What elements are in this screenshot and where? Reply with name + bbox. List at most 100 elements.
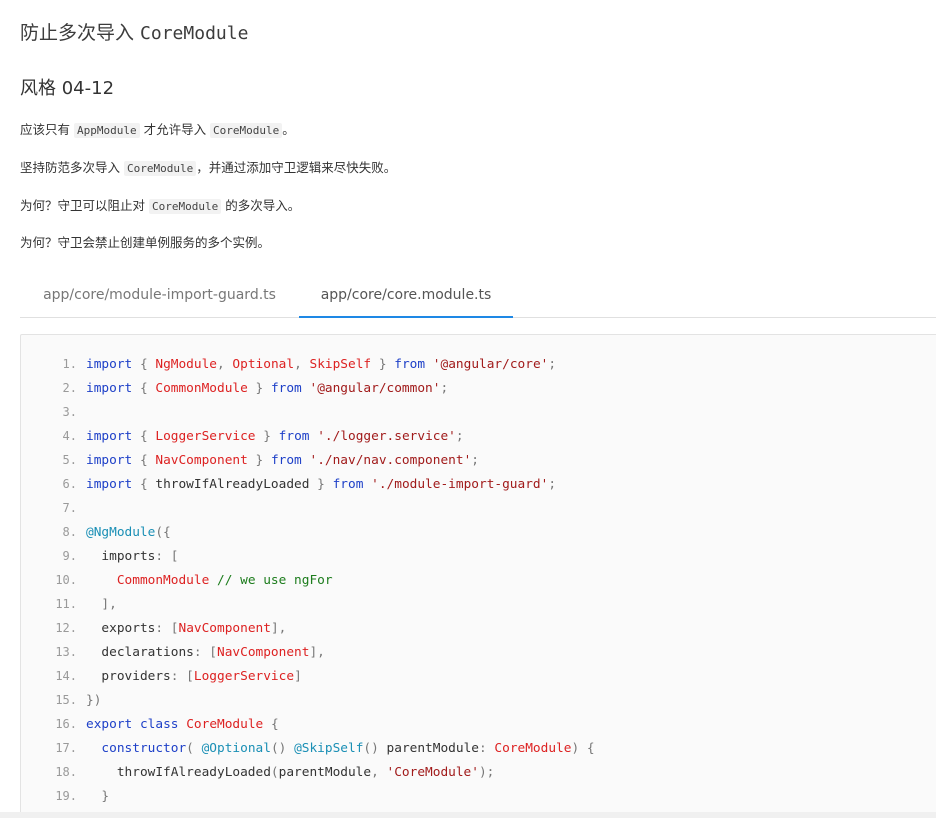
line-number: 8. (62, 525, 77, 539)
code-line: 8. @NgModule({ (21, 520, 171, 544)
code-token: SkipSelf (309, 357, 372, 372)
code-token: @SkipSelf (294, 741, 364, 756)
code-token: import (86, 357, 133, 372)
code-token: , (294, 357, 310, 372)
line-number: 18. (55, 765, 77, 779)
code-line: 12. exports: [NavComponent], (21, 616, 286, 640)
paragraph-2: 坚持防范多次导入 CoreModule ，并通过添加守卫逻辑来尽快失败。 (20, 158, 396, 179)
code-line: 17. constructor( @Optional() @SkipSelf()… (21, 736, 594, 761)
code-token: import (86, 381, 133, 396)
code-token: ], (270, 621, 287, 636)
code-token: '@angular/common' (309, 381, 441, 396)
code-token: , (217, 357, 233, 372)
code-line: 9. imports: [ (21, 544, 179, 568)
code-token: constructor (101, 741, 187, 756)
line-number: 7. (62, 501, 77, 515)
line-number: 6. (62, 477, 77, 491)
code-token: CoreModule (186, 717, 264, 732)
paragraph-text: 才允许导入 (139, 122, 211, 137)
file-tabs: app/core/module-import-guard.ts app/core… (20, 276, 936, 318)
line-number: 15. (55, 693, 77, 707)
code-token: ] (294, 669, 302, 684)
code-line: 5. import { NavComponent } from './nav/na… (21, 448, 479, 472)
code-line: 7. (21, 496, 86, 520)
code-token: { (132, 357, 156, 372)
code-text: import { CommonModule } from '@angular/c… (77, 377, 448, 401)
section-title-code: CoreModule (140, 23, 249, 44)
code-token: declarations (101, 645, 194, 660)
paragraph-text: 坚持防范多次导入 (20, 160, 124, 175)
code-line: 18. throwIfAlreadyLoaded(parentModule, '… (21, 760, 494, 784)
code-token: NavComponent (178, 621, 271, 636)
inline-code: CoreModule (210, 123, 283, 138)
paragraph-text: 应该只有 (20, 122, 74, 137)
tab-module-import-guard[interactable]: app/core/module-import-guard.ts (20, 276, 299, 318)
horizontal-scrollbar[interactable] (0, 812, 936, 818)
code-token: { (132, 453, 156, 468)
code-text: constructor( @Optional() @SkipSelf() par… (77, 737, 594, 761)
line-number: 9. (62, 549, 77, 563)
code-token: './nav/nav.component' (309, 453, 472, 468)
code-token: from (278, 429, 310, 444)
paragraph-1: 应该只有 AppModule 才允许导入 CoreModule。 (20, 120, 295, 141)
code-text: throwIfAlreadyLoaded(parentModule, 'Core… (77, 761, 495, 785)
code-token: parentModule (386, 741, 479, 756)
code-token: from (270, 453, 302, 468)
code-token: Optional (232, 357, 295, 372)
code-text: import { NgModule, Optional, SkipSelf } … (77, 353, 556, 377)
code-text: declarations: [NavComponent], (77, 641, 324, 665)
code-token: } (371, 357, 395, 372)
line-number: 12. (55, 621, 77, 635)
code-token: , (371, 765, 387, 780)
code-text: exports: [NavComponent], (77, 617, 286, 641)
code-token: '@angular/core' (432, 357, 549, 372)
code-block: 1. import { NgModule, Optional, SkipSelf … (20, 334, 936, 818)
code-token: parentModule (278, 765, 372, 780)
code-text: providers: [LoggerService] (77, 665, 302, 689)
line-number: 5. (62, 453, 77, 467)
code-token: NavComponent (217, 645, 310, 660)
code-line: 19. } (21, 784, 109, 808)
code-token: CoreModule (494, 741, 572, 756)
code-token: } (247, 453, 271, 468)
code-text: @NgModule({ (77, 521, 171, 545)
line-number: 13. (55, 645, 77, 659)
paragraph-3: 为何？守卫可以阻止对 CoreModule 的多次导入。 (20, 196, 300, 217)
code-token: : [ (155, 549, 179, 564)
paragraph-text: 的多次导入。 (221, 198, 301, 213)
line-number: 19. (55, 789, 77, 803)
code-token: ; (471, 453, 479, 468)
paragraph-text: ，并通过添加守卫逻辑来尽快失败。 (196, 160, 397, 175)
code-token: : [ (170, 669, 194, 684)
code-token: exports (101, 621, 156, 636)
code-token: NgModule (155, 357, 217, 372)
code-token: { (263, 717, 279, 732)
code-line: 14. providers: [LoggerService] (21, 664, 302, 689)
code-token: { (132, 381, 156, 396)
code-text: import { throwIfAlreadyLoaded } from './… (77, 473, 556, 497)
code-line: 15.}) (21, 688, 101, 712)
code-token: from (270, 381, 302, 396)
line-number: 10. (55, 573, 77, 587)
code-token: CommonModule (155, 381, 248, 396)
docs-page: 防止多次导入 CoreModule 风格 04-12 应该只有 AppModul… (0, 0, 936, 818)
code-token: export (86, 717, 133, 732)
code-token: ; (440, 381, 449, 396)
line-number: 4. (62, 429, 77, 443)
style-heading: 风格 04-12 (20, 78, 115, 99)
code-token: { (132, 477, 156, 492)
code-token: } (247, 381, 271, 396)
inline-code: AppModule (73, 123, 140, 138)
code-token: class (139, 717, 179, 732)
code-token: LoggerService (193, 669, 295, 684)
code-token: from (332, 477, 364, 492)
section-title-text: 防止多次导入 (20, 22, 141, 44)
code-token: LoggerService (155, 429, 256, 444)
paragraph-text: 。 (282, 122, 295, 137)
code-line: 3. (21, 400, 86, 424)
code-token: ; (548, 477, 557, 492)
code-token: throwIfAlreadyLoaded (155, 477, 310, 492)
tab-core-module[interactable]: app/core/core.module.ts (299, 276, 513, 318)
